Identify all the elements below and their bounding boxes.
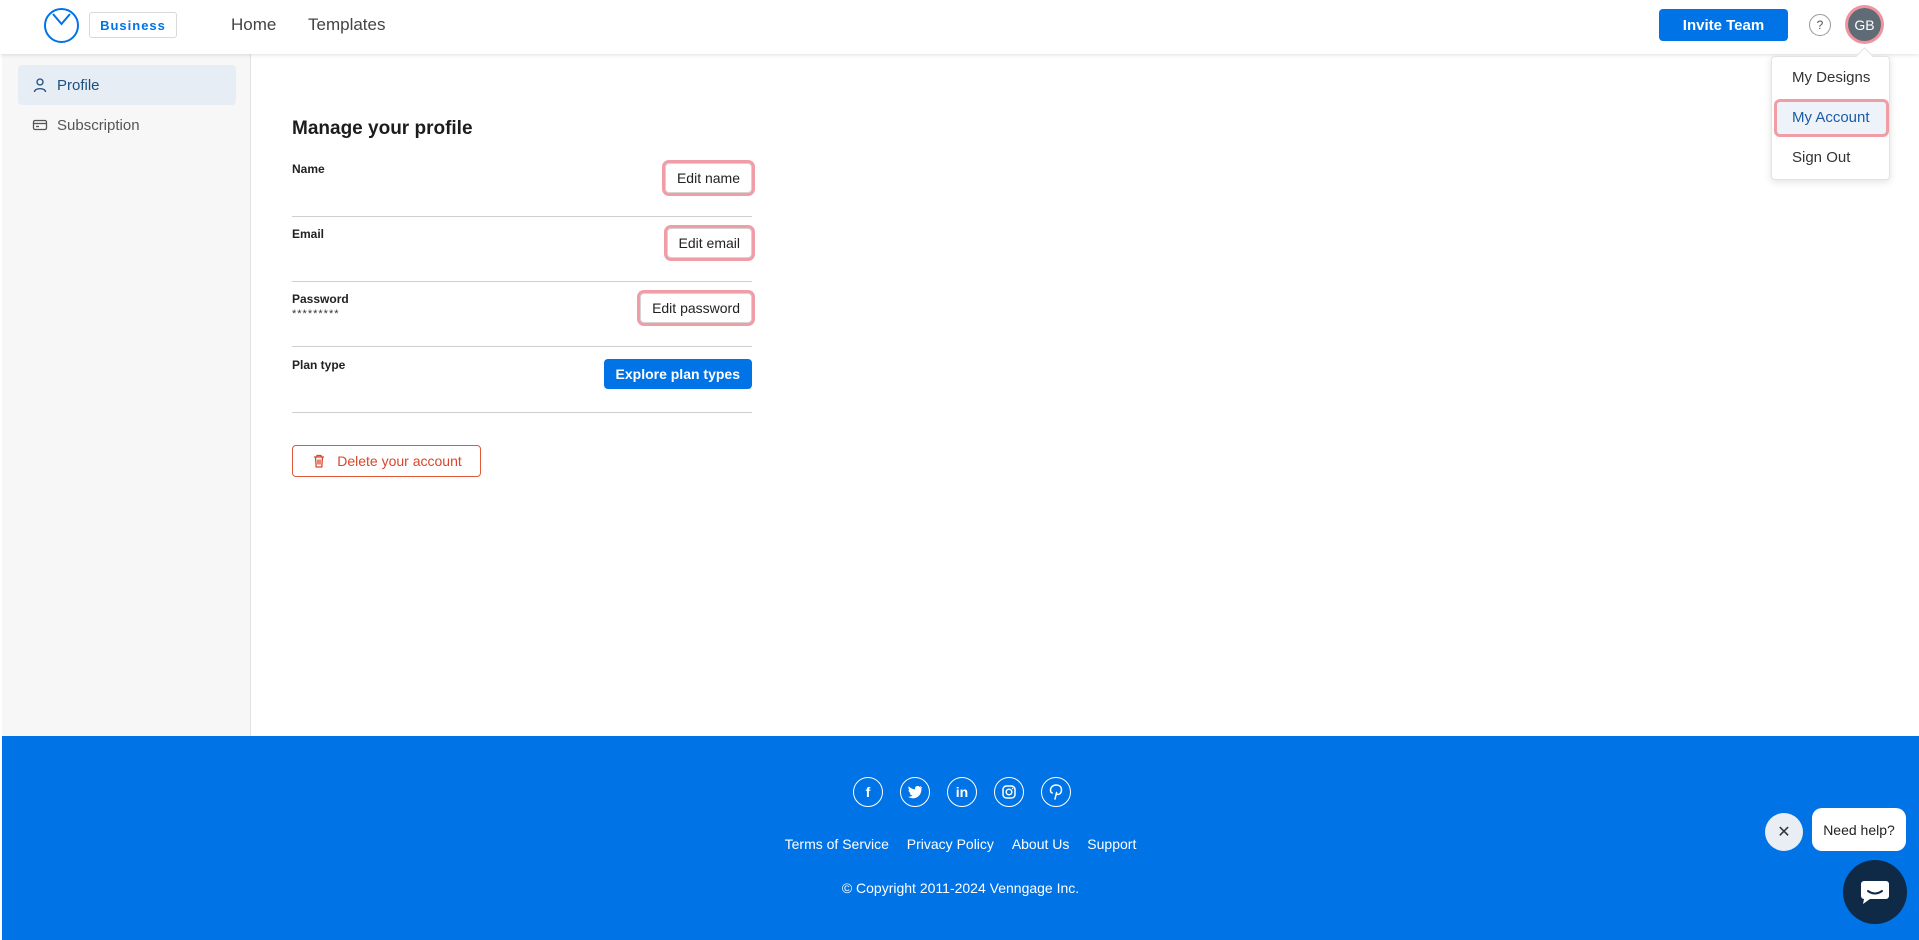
need-help-bubble[interactable]: Need help?: [1812, 808, 1906, 851]
profile-row-password: Password ********* Edit password: [292, 282, 752, 347]
facebook-icon[interactable]: f: [853, 777, 883, 807]
profile-row-plan: Plan type Explore plan types: [292, 348, 752, 413]
invite-team-button[interactable]: Invite Team: [1659, 9, 1788, 41]
chat-icon: [1861, 881, 1889, 904]
instagram-icon[interactable]: [994, 777, 1024, 807]
linkedin-icon[interactable]: in: [947, 777, 977, 807]
sidebar-item-label: Profile: [57, 76, 100, 94]
help-icon[interactable]: ?: [1809, 14, 1831, 36]
avatar[interactable]: GB: [1848, 8, 1881, 41]
copyright: © Copyright 2011-2024 Venngage Inc.: [841, 880, 1080, 896]
account-dropdown: My Designs My Account Sign Out: [1771, 56, 1890, 180]
pinterest-icon[interactable]: [1041, 777, 1071, 807]
menu-item-sign-out[interactable]: Sign Out: [1792, 149, 1850, 166]
sidebar: Profile Subscription: [2, 54, 251, 736]
card-icon: [32, 119, 48, 131]
edit-email-button[interactable]: Edit email: [666, 228, 752, 258]
plan-badge: Business: [89, 12, 177, 38]
footer-link-terms[interactable]: Terms of Service: [785, 836, 889, 852]
sidebar-item-profile[interactable]: Profile: [18, 65, 236, 105]
page-title: Manage your profile: [292, 118, 473, 139]
nav-home[interactable]: Home: [231, 15, 276, 35]
footer-link-privacy[interactable]: Privacy Policy: [907, 836, 994, 852]
menu-item-my-designs[interactable]: My Designs: [1792, 69, 1870, 86]
user-icon: [33, 78, 47, 93]
explore-plan-types-button[interactable]: Explore plan types: [603, 359, 752, 389]
menu-item-my-account[interactable]: My Account: [1792, 109, 1870, 126]
edit-name-button[interactable]: Edit name: [664, 163, 752, 193]
password-label: Password: [292, 292, 349, 306]
delete-account-label: Delete your account: [337, 453, 462, 469]
email-label: Email: [292, 227, 325, 241]
profile-row-email: Email Edit email: [292, 217, 752, 282]
password-value: *********: [292, 308, 340, 320]
sidebar-item-label: Subscription: [57, 116, 140, 134]
sidebar-item-subscription[interactable]: Subscription: [18, 105, 236, 145]
plan-type-label: Plan type: [292, 358, 346, 372]
footer: f in Terms of Service Privacy Policy Abo…: [2, 736, 1919, 940]
social-links: f in: [853, 777, 1071, 807]
nav-templates[interactable]: Templates: [308, 15, 385, 35]
footer-link-about[interactable]: About Us: [1012, 836, 1070, 852]
footer-link-support[interactable]: Support: [1087, 836, 1136, 852]
twitter-icon[interactable]: [900, 777, 930, 807]
delete-account-button[interactable]: Delete your account: [292, 445, 481, 477]
name-label: Name: [292, 162, 325, 176]
page: Business Home Templates Invite Team ? GB…: [0, 0, 1919, 940]
close-icon[interactable]: ✕: [1765, 813, 1803, 851]
edit-password-button[interactable]: Edit password: [640, 293, 752, 323]
footer-links: Terms of Service Privacy Policy About Us…: [2, 836, 1919, 852]
chat-launcher-button[interactable]: [1843, 860, 1907, 924]
trash-icon: [314, 454, 325, 468]
profile-row-name: Name Edit name: [292, 152, 752, 217]
venngage-logo-icon[interactable]: [43, 7, 80, 44]
top-header: Business Home Templates Invite Team ? GB: [0, 0, 1919, 54]
